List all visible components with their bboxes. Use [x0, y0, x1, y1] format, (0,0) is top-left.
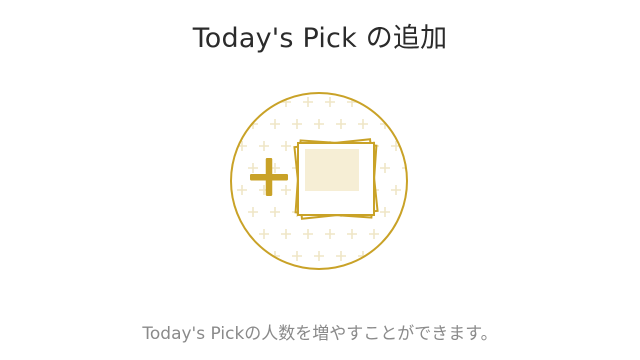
pattern-plus-mark — [281, 141, 291, 151]
pattern-plus-mark — [248, 251, 258, 261]
pattern-plus-mark — [259, 141, 269, 151]
dialog-title: Today's Pick の追加 — [192, 23, 448, 54]
pattern-plus-mark — [391, 185, 401, 195]
pattern-plus-mark — [281, 185, 291, 195]
add-photos-icon — [230, 92, 408, 270]
pattern-plus-mark — [248, 163, 258, 173]
pattern-plus-mark — [336, 119, 346, 129]
pattern-plus-mark — [391, 97, 401, 107]
pattern-plus-mark — [325, 97, 335, 107]
pattern-plus-mark — [325, 229, 335, 239]
pattern-plus-mark — [270, 207, 280, 217]
pattern-plus-mark — [259, 97, 269, 107]
pattern-plus-mark — [402, 119, 407, 129]
pattern-plus-mark — [303, 229, 313, 239]
pattern-plus-mark — [402, 251, 407, 261]
pattern-plus-mark — [380, 251, 390, 261]
pattern-plus-mark — [380, 207, 390, 217]
pattern-plus-mark — [380, 163, 390, 173]
pattern-plus-mark — [369, 97, 379, 107]
pattern-plus-mark — [281, 229, 291, 239]
pattern-plus-mark — [259, 229, 269, 239]
dialog-description: Today's Pickの人数を増やすことができます。 — [142, 324, 498, 344]
pattern-plus-mark — [237, 97, 247, 107]
pattern-plus-mark — [369, 229, 379, 239]
pattern-plus-mark — [314, 251, 324, 261]
pattern-plus-mark — [336, 251, 346, 261]
pattern-plus-mark — [292, 119, 302, 129]
pattern-plus-mark — [270, 119, 280, 129]
pattern-plus-mark — [314, 119, 324, 129]
pattern-plus-mark — [303, 97, 313, 107]
pattern-plus-mark — [347, 229, 357, 239]
pattern-plus-mark — [292, 251, 302, 261]
pattern-plus-mark — [248, 207, 258, 217]
pattern-plus-mark — [237, 185, 247, 195]
add-photos-illustration — [228, 90, 410, 272]
pattern-plus-mark — [358, 119, 368, 129]
photo-stack-icon — [293, 138, 379, 220]
